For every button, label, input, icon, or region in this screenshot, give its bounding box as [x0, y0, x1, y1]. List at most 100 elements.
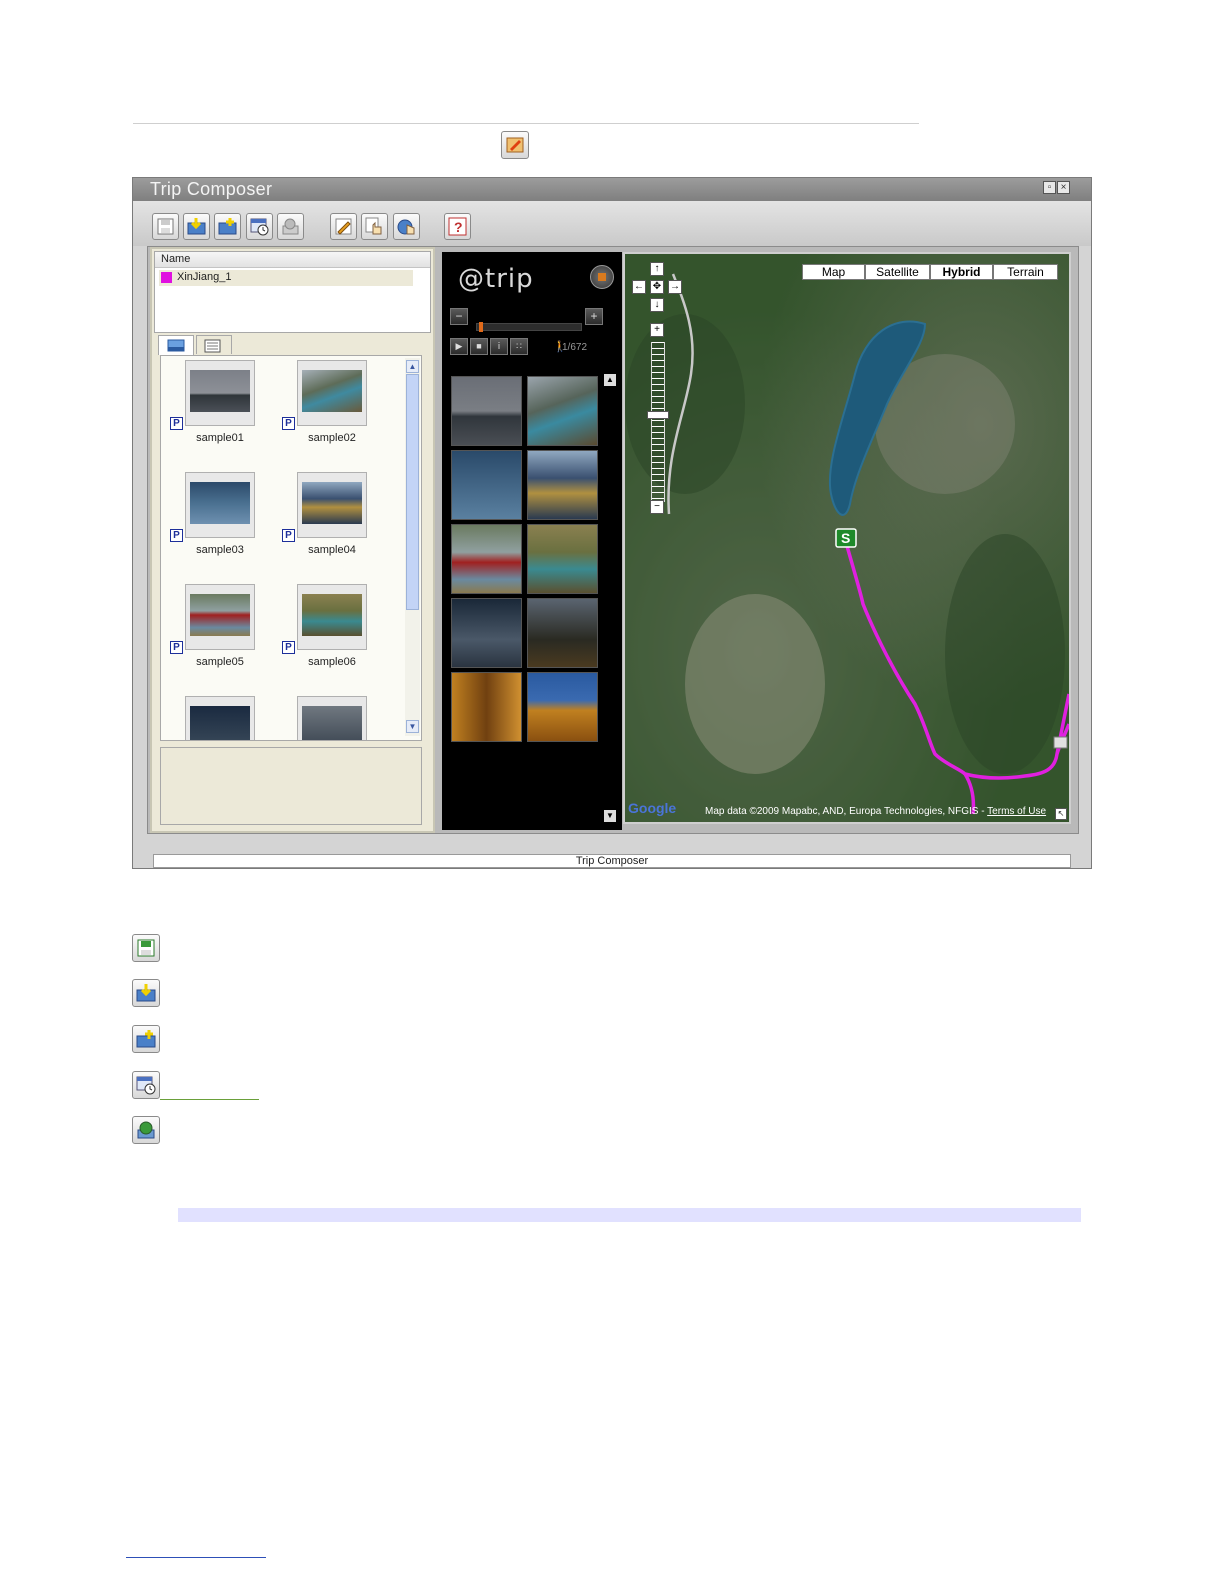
scroll-up-icon[interactable]: ▲ — [406, 360, 419, 373]
trip-list: Name XinJiang_1 — [154, 251, 431, 333]
photo-item[interactable]: P sample01 — [161, 356, 273, 468]
filmstrip-photo[interactable] — [527, 672, 598, 742]
slider-knob[interactable] — [479, 322, 483, 332]
select-button[interactable] — [361, 213, 388, 240]
publish-button[interactable] — [277, 213, 304, 240]
photo-item[interactable]: P sample06 — [273, 580, 385, 692]
filmstrip-photo[interactable] — [451, 598, 522, 668]
pan-up-icon[interactable]: ↑ — [650, 262, 664, 276]
filmstrip-scroll-down-icon[interactable]: ▼ — [604, 810, 616, 822]
help-button[interactable]: ? — [444, 213, 471, 240]
status-bar: Trip Composer — [153, 854, 1071, 868]
record-stop-button[interactable] — [590, 265, 614, 289]
stop-button[interactable]: ■ — [470, 338, 488, 355]
photo-item[interactable] — [273, 692, 385, 740]
highlight-bar — [178, 1208, 1081, 1222]
filmstrip-photo[interactable] — [527, 450, 598, 520]
satellite-map: S — [625, 254, 1069, 822]
scrollbar-thumb[interactable] — [406, 374, 419, 610]
photo-badge: P — [282, 417, 295, 430]
trip-name: XinJiang_1 — [177, 271, 232, 283]
photo-counter: 1/672 — [562, 342, 588, 353]
trip-list-item[interactable]: XinJiang_1 — [159, 270, 413, 286]
timeline-button[interactable] — [246, 213, 273, 240]
close-icon[interactable]: × — [1057, 181, 1070, 194]
photo-badge: P — [170, 641, 183, 654]
pan-center-icon[interactable]: ✥ — [650, 280, 664, 294]
map-type-terrain[interactable]: Terrain — [993, 264, 1058, 280]
zoom-slider-knob[interactable] — [647, 411, 669, 419]
import-icon — [187, 218, 206, 235]
link-underline — [160, 1099, 259, 1100]
scroll-down-icon[interactable]: ▼ — [406, 720, 419, 733]
filmstrip-photo[interactable] — [527, 524, 598, 594]
trip-composer-window: Trip Composer ▫ × ? Name XinJiang_1 P sa… — [132, 177, 1092, 869]
pan-left-icon[interactable]: ← — [632, 280, 646, 294]
window-title: Trip Composer — [150, 179, 273, 199]
timeline-slider[interactable] — [476, 322, 582, 332]
end-marker-icon — [1053, 736, 1068, 749]
photo-item[interactable]: P sample04 — [273, 468, 385, 580]
edit-icon — [501, 131, 529, 159]
fast-mode-button[interactable]: ∷ — [510, 338, 528, 355]
publish-icon — [282, 218, 299, 235]
pan-down-icon[interactable]: ↓ — [650, 298, 664, 312]
photo-badge: P — [282, 641, 295, 654]
add-photos-button[interactable] — [214, 213, 241, 240]
title-bar: Trip Composer ▫ × — [133, 178, 1091, 201]
map-view[interactable]: S Map Satellite Hybrid Terrain ↑ ← ✥ → ↓… — [623, 252, 1071, 824]
restore-icon[interactable]: ▫ — [1043, 181, 1056, 194]
notes-area[interactable] — [160, 747, 422, 825]
filmstrip-photo[interactable] — [527, 598, 598, 668]
terms-of-use-link[interactable]: Terms of Use — [987, 806, 1046, 817]
photo-item[interactable]: P sample05 — [161, 580, 273, 692]
filmstrip-photo[interactable] — [451, 524, 522, 594]
column-header-name[interactable]: Name — [155, 252, 430, 268]
photo-item[interactable] — [161, 692, 273, 740]
zoom-slider-track[interactable] — [651, 342, 665, 502]
photo-caption: sample01 — [196, 432, 244, 444]
zoom-out-button[interactable]: − — [450, 308, 468, 325]
zoom-in-icon[interactable]: + — [650, 323, 664, 337]
edit-button[interactable] — [330, 213, 357, 240]
photo-item[interactable]: P sample02 — [273, 356, 385, 468]
play-button[interactable]: ▶ — [450, 338, 468, 355]
navigate-button[interactable] — [393, 213, 420, 240]
map-type-hybrid[interactable]: Hybrid — [930, 264, 993, 280]
import-button[interactable] — [183, 213, 210, 240]
filmstrip-photo[interactable] — [451, 450, 522, 520]
svg-text:S: S — [841, 530, 850, 546]
filmstrip-photo[interactable] — [451, 672, 522, 742]
zoom-in-button[interactable]: + — [585, 308, 603, 325]
map-type-map[interactable]: Map — [802, 264, 865, 280]
hand-select-icon — [365, 217, 382, 235]
google-logo: Google — [628, 800, 677, 816]
tab-list[interactable] — [196, 335, 232, 354]
pan-right-icon[interactable]: → — [668, 280, 682, 294]
view-tabs — [158, 335, 428, 355]
walk-mode-button[interactable]: ⅰ — [490, 338, 508, 355]
list-view-icon — [204, 339, 221, 353]
photo-grid: P sample01 P sample02 P sample03 P sampl… — [160, 355, 422, 741]
photo-caption: sample06 — [308, 656, 356, 668]
top-divider — [133, 123, 919, 124]
schedule-icon — [250, 218, 269, 236]
save-button[interactable] — [152, 213, 179, 240]
photo-caption: sample04 — [308, 544, 356, 556]
photo-item[interactable]: P sample03 — [161, 468, 273, 580]
trip-player-panel: @trip − + ▶ ■ ⅰ ∷ 🚶 1/672 ▲ ▼ — [442, 252, 622, 830]
svg-text:?: ? — [454, 219, 463, 235]
photo-thumbnail — [302, 370, 362, 412]
map-type-satellite[interactable]: Satellite — [865, 264, 930, 280]
map-resize-icon[interactable]: ↖ — [1055, 808, 1067, 820]
photo-thumbnail — [302, 594, 362, 636]
photo-view-icon — [167, 339, 185, 352]
photo-badge: P — [282, 529, 295, 542]
filmstrip-photo[interactable] — [527, 376, 598, 446]
photo-grid-scrollbar[interactable]: ▲ ▼ — [405, 358, 420, 736]
filmstrip-photo[interactable] — [451, 376, 522, 446]
filmstrip-scroll-up-icon[interactable]: ▲ — [604, 374, 616, 386]
map-copyright: Map data ©2009 Mapabc, AND, Europa Techn… — [705, 806, 1047, 817]
zoom-out-icon[interactable]: − — [650, 500, 664, 514]
tab-photos[interactable] — [158, 335, 194, 355]
